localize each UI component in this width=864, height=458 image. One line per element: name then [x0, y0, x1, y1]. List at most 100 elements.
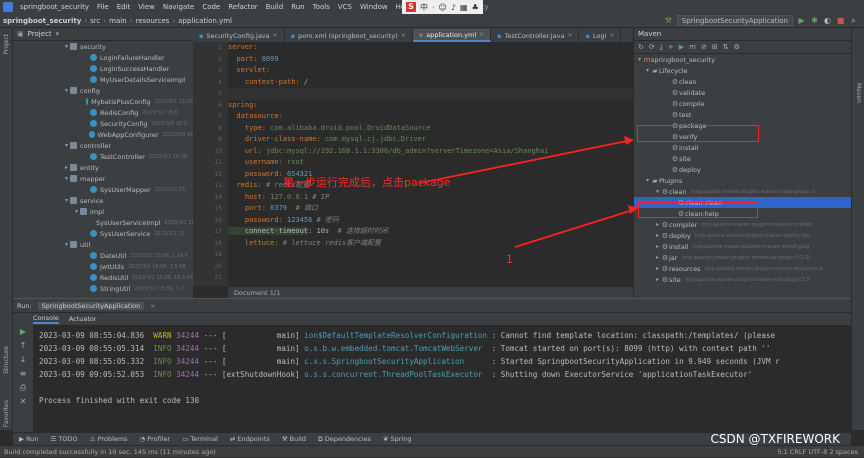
tree-item[interactable]: ▾ security: [13, 41, 193, 52]
tab-actuator[interactable]: Actuator: [69, 315, 97, 323]
run-config-tab[interactable]: SpringbootSecurityApplication: [37, 301, 145, 310]
run-config-select[interactable]: SpringbootSecurityApplication: [676, 15, 793, 26]
trash-icon[interactable]: ✕: [13, 395, 33, 409]
maven-run-icon[interactable]: ▶: [679, 43, 684, 51]
menu-file[interactable]: File: [93, 3, 113, 11]
tree-item[interactable]: WebAppConfigurer 2023/3/8 16: [13, 129, 193, 140]
show-deps-icon[interactable]: ⊞: [712, 43, 718, 51]
menu-code[interactable]: Code: [198, 3, 224, 11]
tree-item[interactable]: RedisConfig 2023/3/2 15:0: [13, 107, 193, 118]
rerun-icon[interactable]: ▶: [13, 325, 33, 339]
maven-plugin-install[interactable]: ▸ ⚙ install (org.apache.maven.plugins:maven…: [634, 241, 851, 252]
breadcrumb-main[interactable]: main: [106, 17, 130, 25]
skip-tests-icon[interactable]: ⊘: [701, 43, 707, 51]
expand-arrow-icon[interactable]: ▾: [636, 56, 643, 63]
download-icon[interactable]: ⤓: [660, 43, 663, 52]
search-icon[interactable]: ⌕: [849, 16, 858, 25]
menu-navigate[interactable]: Navigate: [159, 3, 198, 11]
tree-item[interactable]: SecurityConfig 2023/3/8 16:2: [13, 118, 193, 129]
hammer-icon[interactable]: ⚒: [664, 16, 673, 25]
menu-view[interactable]: View: [134, 3, 159, 11]
expand-arrow-icon[interactable]: ▸: [654, 243, 661, 250]
tree-item[interactable]: JwtUtils 2023/3/2 15:06, 2.5 kB: [13, 261, 193, 272]
maven-plugin-resources[interactable]: ▸ ⚙ resources (org.apache.maven.plugins:mav…: [634, 263, 851, 274]
tree-item[interactable]: TestController 2023/3/3 16:08: [13, 151, 193, 162]
collapse-all-icon[interactable]: ⇅: [723, 43, 729, 51]
stop-icon[interactable]: ■: [836, 16, 845, 25]
editor-tab[interactable]: ▪ Logi ×: [579, 29, 622, 42]
console-output[interactable]: 2023-03-09 08:55:04.836 WARN 34244 --- […: [39, 329, 851, 433]
code-editor[interactable]: server: port: 8099 servlet: context-path…: [228, 42, 633, 286]
debug-icon[interactable]: ✱: [810, 16, 819, 25]
editor-tab[interactable]: ▪ application.yml ×: [412, 29, 492, 42]
maven-plugin-compiler[interactable]: ▸ ⚙ compiler (org.apache.maven.plugins:mave…: [634, 219, 851, 230]
tree-item[interactable]: StringUtil 2023/3/2 15:06, 1.7: [13, 283, 193, 294]
menu-run[interactable]: Run: [287, 3, 308, 11]
editor-tab[interactable]: ▪ TestController.java ×: [491, 29, 580, 42]
menu-vcs[interactable]: VCS: [334, 3, 356, 11]
tree-item[interactable]: ▾ controller: [13, 140, 193, 151]
execute-goal-icon[interactable]: m: [689, 43, 696, 51]
tool-spring[interactable]: ❦ Spring: [383, 435, 412, 443]
expand-arrow-icon[interactable]: ▾: [63, 241, 70, 248]
maven-plugin-deploy[interactable]: ▸ ⚙ deploy (org.apache.maven.plugins:maven-…: [634, 230, 851, 241]
tool-terminal[interactable]: ▭ Terminal: [182, 435, 218, 443]
tab-console[interactable]: Console: [33, 314, 59, 324]
tool-run[interactable]: ▶ Run: [19, 435, 39, 443]
tree-item[interactable]: ▾ config: [13, 85, 193, 96]
add-icon[interactable]: +: [668, 43, 674, 51]
tool-build[interactable]: ⚒ Build: [282, 435, 306, 443]
breadcrumb-project[interactable]: springboot_security: [0, 17, 84, 25]
tree-item[interactable]: SysUserMapper 2023/3/2 15:: [13, 184, 193, 195]
maven-plugins-group[interactable]: ▾ ▰ Plugins: [634, 175, 851, 186]
tool-profiler[interactable]: ◔ Profiler: [140, 435, 171, 443]
maven-project-root[interactable]: ▾ m springboot_security: [634, 54, 851, 65]
expand-arrow-icon[interactable]: ▾: [644, 177, 651, 184]
maven-lifecycle-test[interactable]: ⚙ test: [634, 109, 851, 120]
tree-item[interactable]: RedisUtil 2023/3/2 15:06, 18.3 kB: [13, 272, 193, 283]
generate-sources-icon[interactable]: ⟳: [649, 43, 655, 51]
maven-lifecycle-validate[interactable]: ⚙ validate: [634, 87, 851, 98]
project-panel-title[interactable]: Project: [28, 30, 52, 38]
maven-plugin-jar[interactable]: ▸ ⚙ jar (org.apache.maven.plugins:maven-jar…: [634, 252, 851, 263]
down-icon[interactable]: ↓: [13, 353, 33, 367]
tool-dependencies[interactable]: ⧉ Dependencies: [318, 435, 371, 444]
close-icon[interactable]: ×: [567, 32, 572, 39]
breadcrumb-file[interactable]: application.yml: [175, 17, 235, 25]
tree-item[interactable]: MyUserDetailsServiceImpl: [13, 74, 193, 85]
project-tool-tab[interactable]: Project: [3, 34, 10, 55]
maven-lifecycle-install[interactable]: ⚙ install: [634, 142, 851, 153]
tree-item[interactable]: MybatisPlusConfig 2023/3/1 15:30: [13, 96, 193, 107]
tree-item[interactable]: ▸ entity: [13, 162, 193, 173]
tree-item[interactable]: SysUserServiceImpl 2023/3/2 15: [13, 217, 193, 228]
maven-tool-tab[interactable]: Maven: [855, 83, 862, 103]
close-icon[interactable]: ×: [150, 302, 155, 310]
maven-plugin-clean[interactable]: ▾ ⚙ clean (org.apache.maven.plugins:maven-c…: [634, 186, 851, 197]
wrap-icon[interactable]: ≡: [13, 367, 33, 381]
expand-arrow-icon[interactable]: ▾: [73, 208, 80, 215]
menu-window[interactable]: Window: [356, 3, 392, 11]
close-icon[interactable]: ×: [401, 32, 406, 39]
reload-icon[interactable]: ↻: [638, 43, 644, 51]
menu-edit[interactable]: Edit: [113, 3, 135, 11]
close-icon[interactable]: ×: [273, 32, 278, 39]
editor-tab[interactable]: ▪ SecurityConfig.java ×: [193, 29, 285, 42]
tree-item[interactable]: LoginFailureHandler: [13, 52, 193, 63]
tree-item[interactable]: LoginSuccessHandler: [13, 63, 193, 74]
expand-arrow-icon[interactable]: ▾: [63, 197, 70, 204]
expand-arrow-icon[interactable]: ▸: [654, 221, 661, 228]
maven-lifecycle-compile[interactable]: ⚙ compile: [634, 98, 851, 109]
expand-arrow-icon[interactable]: ▸: [654, 265, 661, 272]
close-icon[interactable]: ×: [609, 32, 614, 39]
breadcrumb-resources[interactable]: resources: [132, 17, 172, 25]
expand-arrow-icon[interactable]: ▾: [63, 142, 70, 149]
expand-arrow-icon[interactable]: ▸: [654, 232, 661, 239]
tree-item[interactable]: ▾ service: [13, 195, 193, 206]
menu-refactor[interactable]: Refactor: [224, 3, 261, 11]
menu-tools[interactable]: Tools: [309, 3, 334, 11]
maven-plugin-site[interactable]: ▸ ⚙ site (org.apache.maven.plugins:maven-si…: [634, 274, 851, 285]
expand-arrow-icon[interactable]: ▾: [63, 175, 70, 182]
tree-item[interactable]: ▾ util: [13, 239, 193, 250]
print-icon[interactable]: ⎙: [13, 381, 33, 395]
maven-lifecycle-deploy[interactable]: ⚙ deploy: [634, 164, 851, 175]
